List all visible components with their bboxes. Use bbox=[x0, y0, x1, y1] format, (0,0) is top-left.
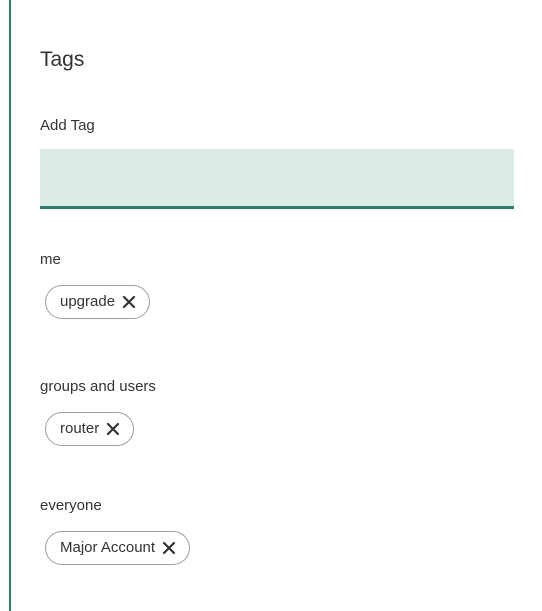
tag-chip-major-account: Major Account bbox=[45, 531, 191, 565]
group-label-groups-and-users: groups and users bbox=[40, 378, 156, 395]
tags-panel: Tags Add Tag me upgrade groups and users… bbox=[0, 0, 542, 611]
tag-chip-label: upgrade bbox=[60, 293, 116, 310]
add-tag-input[interactable] bbox=[40, 149, 514, 209]
section-title: Tags bbox=[40, 48, 85, 71]
group-label-everyone: everyone bbox=[40, 497, 102, 514]
tag-chip-router: router bbox=[45, 412, 135, 446]
group-label-me: me bbox=[40, 251, 61, 268]
close-icon[interactable] bbox=[121, 294, 137, 310]
tag-chip-upgrade: upgrade bbox=[45, 285, 151, 319]
left-divider bbox=[9, 0, 11, 611]
close-icon[interactable] bbox=[161, 540, 177, 556]
close-icon[interactable] bbox=[105, 421, 121, 437]
tag-chip-label: Major Account bbox=[60, 539, 156, 556]
tag-chip-label: router bbox=[60, 420, 100, 437]
add-tag-label: Add Tag bbox=[40, 117, 95, 134]
